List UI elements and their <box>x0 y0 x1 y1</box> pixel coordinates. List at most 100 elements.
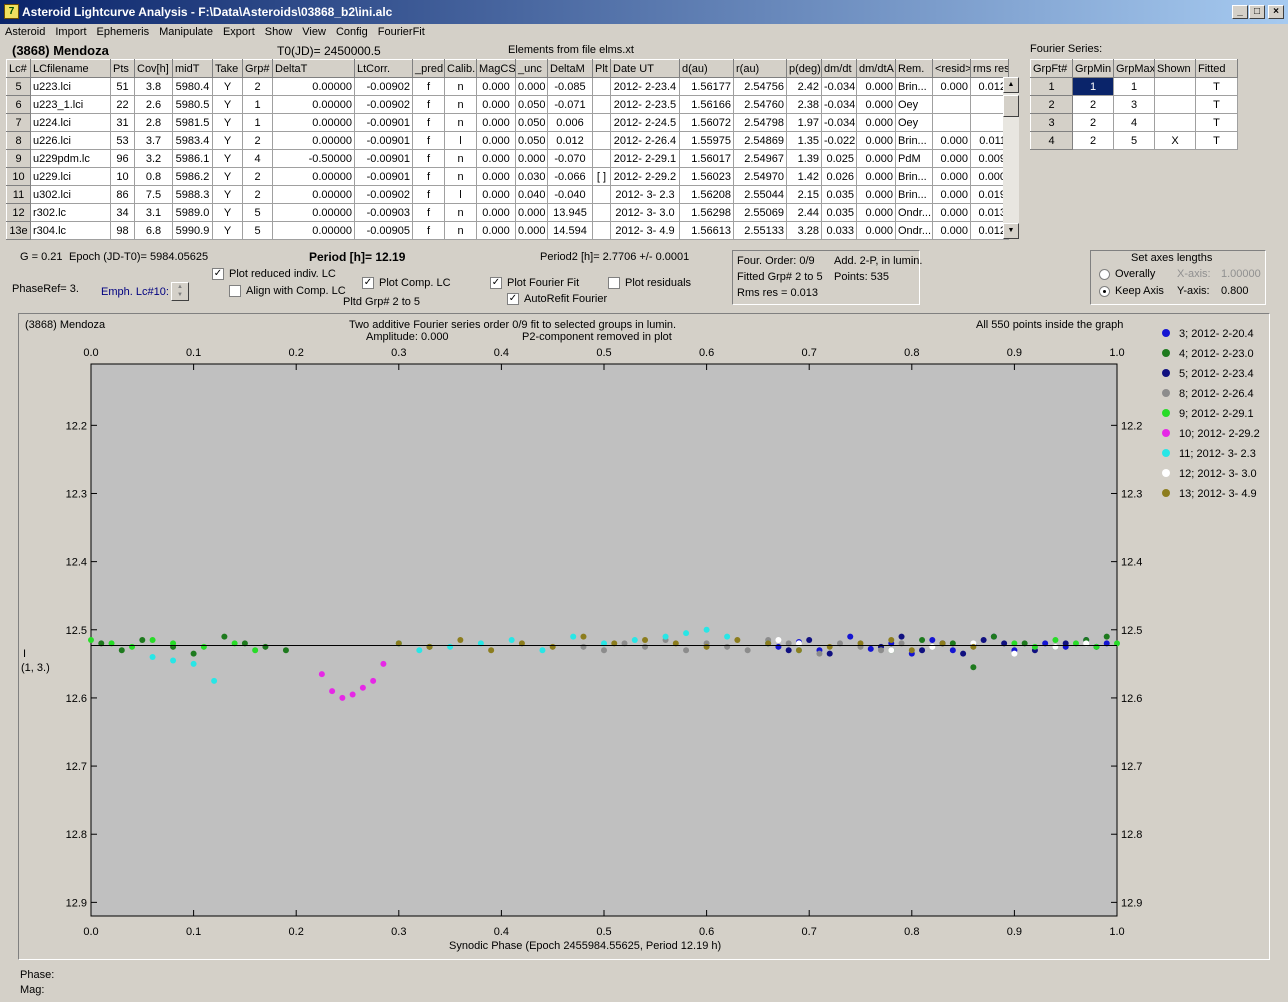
table-cell[interactable]: Y <box>212 113 243 132</box>
fourier-cell[interactable]: 3 <box>1030 113 1073 132</box>
table-cell[interactable]: 22 <box>110 95 135 114</box>
table-cell[interactable]: 5988.3 <box>172 185 213 204</box>
fourier-cell[interactable]: T <box>1195 95 1238 114</box>
table-cell[interactable]: 0.000 <box>932 131 971 150</box>
table-cell[interactable]: u229pdm.lc <box>30 149 111 168</box>
table-cell[interactable]: Y <box>212 185 243 204</box>
table-cell[interactable]: -0.022 <box>821 131 857 150</box>
table-cell[interactable]: 51 <box>110 77 135 96</box>
table-cell[interactable]: 5989.0 <box>172 203 213 222</box>
table-cell[interactable]: 34 <box>110 203 135 222</box>
column-header[interactable]: Take <box>212 59 243 78</box>
table-cell[interactable]: Y <box>212 167 243 186</box>
table-cell[interactable] <box>592 203 611 222</box>
table-cell[interactable]: r302.lc <box>30 203 111 222</box>
table-cell[interactable]: 5990.9 <box>172 221 213 240</box>
table-cell[interactable]: 2.55069 <box>733 203 787 222</box>
table-cell[interactable]: n <box>444 149 477 168</box>
menu-manipulate[interactable]: Manipulate <box>159 24 213 41</box>
table-cell[interactable]: 2012- 3- 2.3 <box>610 185 680 204</box>
y-axis-value[interactable]: 0.800 <box>1221 285 1249 297</box>
fourier-column-header[interactable]: Fitted <box>1195 59 1238 78</box>
table-cell[interactable]: 2.55133 <box>733 221 787 240</box>
table-cell[interactable]: 86 <box>110 185 135 204</box>
scroll-up-icon[interactable]: ▲ <box>1003 77 1019 93</box>
table-cell[interactable]: -0.066 <box>547 167 593 186</box>
fourier-row[interactable]: 324 T <box>1030 113 1238 132</box>
table-cell[interactable]: 3.28 <box>786 221 822 240</box>
table-cell[interactable] <box>592 95 611 114</box>
table-cell[interactable]: 0.000 <box>515 203 548 222</box>
table-cell[interactable]: 2.54756 <box>733 77 787 96</box>
table-cell[interactable]: -0.00901 <box>354 167 413 186</box>
table-cell[interactable]: 0.035 <box>821 203 857 222</box>
table-cell[interactable]: 0.000 <box>932 77 971 96</box>
fourier-cell[interactable]: 3 <box>1113 95 1155 114</box>
table-cell[interactable]: n <box>444 203 477 222</box>
fourier-cell[interactable]: 1 <box>1072 77 1114 96</box>
table-cell[interactable]: 6 <box>6 95 31 114</box>
table-cell[interactable]: 0.000 <box>856 77 896 96</box>
table-cell[interactable]: l <box>444 131 477 150</box>
table-cell[interactable]: 0.000 <box>932 203 971 222</box>
table-cell[interactable]: 3.8 <box>134 77 173 96</box>
table-cell[interactable]: Oey <box>895 113 933 132</box>
table-cell[interactable]: u224.lci <box>30 113 111 132</box>
table-cell[interactable] <box>592 149 611 168</box>
table-cell[interactable]: -0.040 <box>547 185 593 204</box>
table-cell[interactable]: 2.42 <box>786 77 822 96</box>
table-cell[interactable]: 3.1 <box>134 203 173 222</box>
menu-ephemeris[interactable]: Ephemeris <box>97 24 150 41</box>
fourier-cell[interactable]: X <box>1154 131 1196 150</box>
table-cell[interactable] <box>592 185 611 204</box>
table-cell[interactable]: 2 <box>242 77 273 96</box>
table-cell[interactable]: -0.00901 <box>354 131 413 150</box>
table-cell[interactable]: f <box>412 77 445 96</box>
fourier-cell[interactable] <box>1154 77 1196 96</box>
fourier-cell[interactable]: 2 <box>1072 131 1114 150</box>
menu-view[interactable]: View <box>302 24 326 41</box>
column-header[interactable]: Cov[h] <box>134 59 173 78</box>
table-cell[interactable]: 0.000 <box>515 77 548 96</box>
column-header[interactable]: LtCorr. <box>354 59 413 78</box>
column-header[interactable]: Lc# <box>6 59 31 78</box>
plot-comp-checkbox[interactable]: ✓ Plot Comp. LC <box>362 277 451 290</box>
fourier-row[interactable]: 111T <box>1030 77 1238 96</box>
lightcurve-plot[interactable]: (3868) Mendoza Two additive Fourier seri… <box>18 313 1270 960</box>
table-cell[interactable]: 53 <box>110 131 135 150</box>
scatter-chart[interactable]: 0.0 0.0 0.1 0.1 0.2 0.2 0.3 0.3 0.4 0.4 0.5 0.5 0.6 0… <box>19 314 1269 959</box>
table-cell[interactable]: 0.000 <box>856 167 896 186</box>
fourier-cell[interactable]: T <box>1195 131 1238 150</box>
table-cell[interactable]: -0.034 <box>821 95 857 114</box>
fourier-row[interactable]: 425XT <box>1030 131 1238 150</box>
table-cell[interactable]: 0.00000 <box>272 77 355 96</box>
table-cell[interactable]: 2012- 2-24.5 <box>610 113 680 132</box>
table-cell[interactable]: 2012- 2-29.2 <box>610 167 680 186</box>
table-cell[interactable]: Y <box>212 221 243 240</box>
table-cell[interactable]: 2.54869 <box>733 131 787 150</box>
column-header[interactable]: d(au) <box>679 59 734 78</box>
table-cell[interactable]: 13.945 <box>547 203 593 222</box>
table-cell[interactable]: -0.00902 <box>354 185 413 204</box>
table-row[interactable]: 12 r302.lc 34 3.1 5989.0 Y 5 0.00000 -0.00903 f n 0… <box>6 203 1009 222</box>
table-cell[interactable]: 0.000 <box>856 131 896 150</box>
plot-reduced-checkbox[interactable]: ✓ Plot reduced indiv. LC <box>212 268 336 281</box>
table-cell[interactable]: 0.000 <box>515 221 548 240</box>
table-cell[interactable]: 2012- 2-23.4 <box>610 77 680 96</box>
table-cell[interactable]: f <box>412 149 445 168</box>
table-cell[interactable]: -0.034 <box>821 77 857 96</box>
table-cell[interactable]: 0.040 <box>515 185 548 204</box>
fourier-column-header[interactable]: GrpMin <box>1072 59 1114 78</box>
table-cell[interactable]: 3.7 <box>134 131 173 150</box>
table-cell[interactable]: 0.000 <box>515 149 548 168</box>
align-checkbox[interactable]: Align with Comp. LC <box>229 285 346 298</box>
table-cell[interactable]: u223_1.lci <box>30 95 111 114</box>
table-cell[interactable]: 2.55044 <box>733 185 787 204</box>
table-row[interactable]: 8 u226.lci 53 3.7 5983.4 Y 2 0.00000 -0.00901 f l 0… <box>6 131 1009 150</box>
table-cell[interactable]: 5980.5 <box>172 95 213 114</box>
table-cell[interactable]: 2.6 <box>134 95 173 114</box>
column-header[interactable]: LCfilename <box>30 59 111 78</box>
table-cell[interactable]: 2.38 <box>786 95 822 114</box>
table-cell[interactable]: 8 <box>6 131 31 150</box>
table-cell[interactable]: 13e <box>6 221 31 240</box>
